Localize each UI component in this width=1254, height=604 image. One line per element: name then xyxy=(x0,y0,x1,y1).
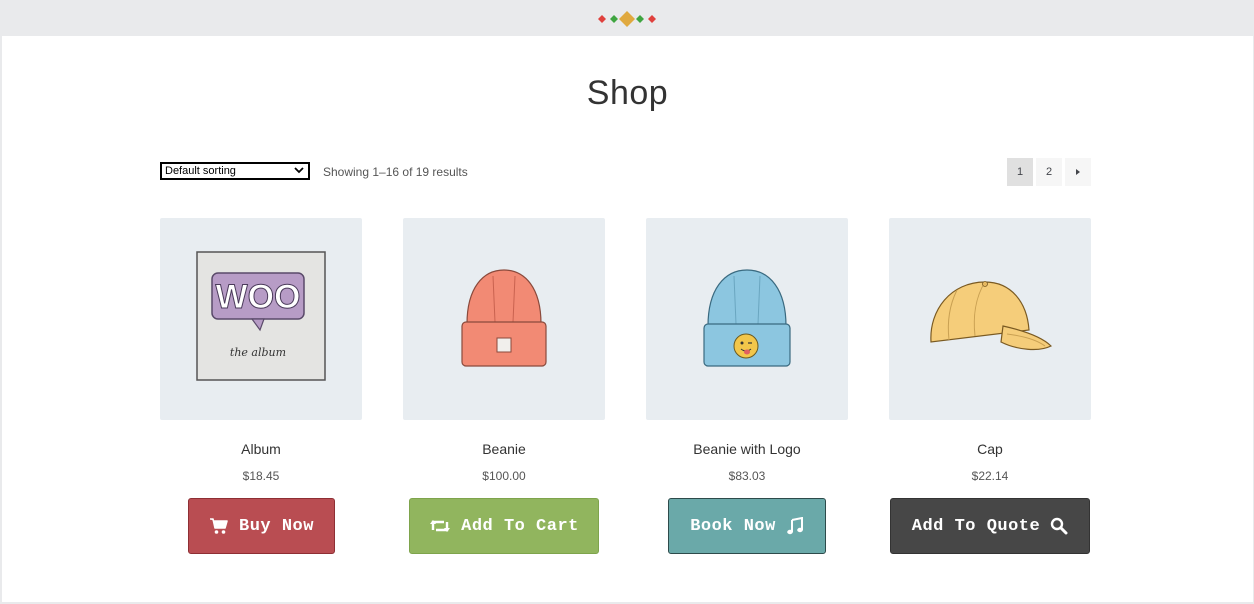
search-icon xyxy=(1051,517,1068,535)
page-2-link[interactable]: 2 xyxy=(1036,158,1062,186)
product-name[interactable]: Beanie xyxy=(403,441,605,457)
button-label: Add To Quote xyxy=(911,516,1041,536)
product-name[interactable]: Album xyxy=(160,441,362,457)
buy-now-button[interactable]: Buy Now xyxy=(188,498,335,554)
cart-icon xyxy=(210,518,228,534)
product-price: $83.03 xyxy=(728,469,766,483)
album-logo-text: WOO xyxy=(216,278,301,316)
top-bar xyxy=(0,0,1254,36)
product-card-beanie-with-logo: Beanie with Logo $83.03 xyxy=(646,218,848,483)
result-count: Showing 1–16 of 19 results xyxy=(323,165,468,179)
button-label: Book Now xyxy=(690,516,776,536)
product-name[interactable]: Cap xyxy=(889,441,1091,457)
button-label: Add To Cart xyxy=(461,516,579,536)
product-image-album[interactable]: WOO the album xyxy=(160,218,362,420)
product-card-album: WOO the album Album $18.45 xyxy=(160,218,362,483)
caret-right-icon xyxy=(1076,169,1080,175)
product-card-cap: Cap $22.14 xyxy=(889,218,1091,483)
product-image-cap[interactable] xyxy=(889,218,1091,420)
product-price: $18.45 xyxy=(242,469,280,483)
book-now-button[interactable]: Book Now xyxy=(668,498,826,554)
sort-dropdown[interactable]: Default sorting xyxy=(160,162,310,180)
sort-selected-value: Default sorting xyxy=(165,165,236,177)
chevron-down-icon xyxy=(294,165,304,180)
button-label: Buy Now xyxy=(239,516,314,536)
product-price: $22.14 xyxy=(971,469,1009,483)
next-page-link[interactable] xyxy=(1065,158,1091,186)
product-price: $100.00 xyxy=(482,469,526,483)
music-icon xyxy=(787,517,803,535)
page-title: Shop xyxy=(586,74,669,112)
site-logo[interactable] xyxy=(590,9,664,29)
page-1-link[interactable]: 1 xyxy=(1007,158,1033,186)
product-card-beanie: Beanie $100.00 xyxy=(403,218,605,483)
add-to-quote-button[interactable]: Add To Quote xyxy=(890,498,1090,554)
retweet-icon xyxy=(430,520,451,532)
product-name[interactable]: Beanie with Logo xyxy=(646,441,848,457)
pagination: 1 2 xyxy=(1007,158,1091,186)
album-caption: the album xyxy=(230,346,286,359)
add-to-cart-button[interactable]: Add To Cart xyxy=(409,498,599,554)
product-image-beanie[interactable] xyxy=(403,218,605,420)
shop-page: Shop Default sorting Showing 1–16 of 19 … xyxy=(2,36,1253,602)
product-image-beanie-with-logo[interactable] xyxy=(646,218,848,420)
